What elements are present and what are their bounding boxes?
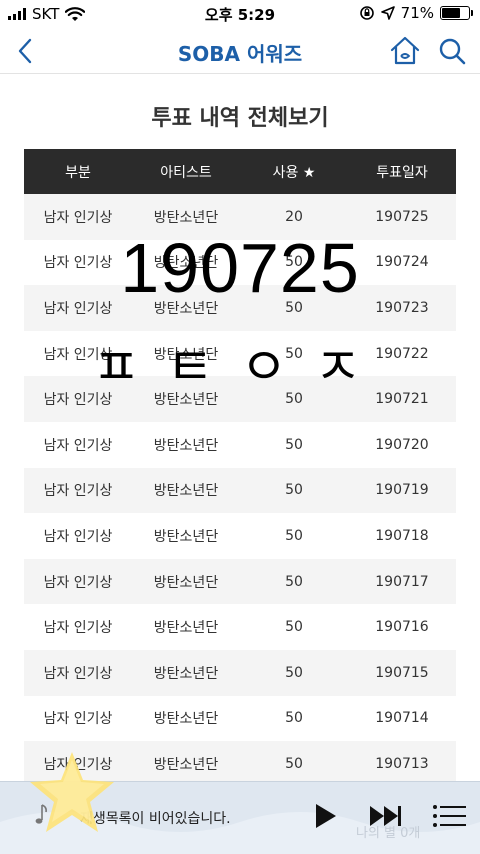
search-icon[interactable]	[436, 35, 468, 67]
app-title-brand: SOBA	[177, 42, 240, 66]
cell-category: 남자 인기상	[43, 665, 113, 682]
cell-date: 190713	[375, 755, 429, 772]
orientation-lock-icon	[359, 6, 374, 20]
cell-date: 190718	[375, 527, 429, 544]
cell-artist: 방탄소년단	[153, 437, 219, 454]
cell-stars: 50	[285, 755, 303, 772]
cell-artist: 방탄소년단	[153, 620, 219, 637]
status-right: 71%	[359, 4, 473, 22]
cell-category: 남자 인기상	[43, 620, 113, 637]
cell-category: 남자 인기상	[43, 574, 113, 591]
status-bar: SKT 오후 5:29 71%	[0, 0, 480, 28]
cell-category: 남자 인기상	[43, 209, 113, 226]
header-category: 부분	[65, 164, 91, 181]
playlist-menu-icon[interactable]	[432, 804, 466, 828]
floating-star-icon[interactable]	[26, 748, 118, 836]
table-row: 남자 인기상 방탄소년단 50 190715	[24, 649, 456, 696]
location-icon	[380, 6, 395, 20]
cell-date: 190725	[375, 208, 429, 225]
cell-date: 190715	[375, 664, 429, 681]
battery-icon	[440, 6, 473, 20]
table-header: 부분 아티스트 사용 ★ 투표일자	[24, 149, 456, 194]
cell-category: 남자 인기상	[43, 711, 113, 728]
fast-forward-icon[interactable]	[368, 804, 402, 828]
header-artist: 아티스트	[160, 164, 212, 181]
cell-date: 190719	[375, 482, 429, 499]
table-row: 남자 인기상 방탄소년단 50 190719	[24, 467, 456, 514]
cell-artist: 방탄소년단	[153, 574, 219, 591]
cell-stars: 50	[285, 527, 303, 544]
cell-date: 190716	[375, 619, 429, 636]
battery-level	[442, 8, 461, 18]
cell-artist: 방탄소년단	[153, 483, 219, 500]
overlay-date-text: 190725	[120, 229, 360, 307]
overlay-initials-text: ㅍㅌㅇㅈ	[92, 338, 388, 398]
cell-stars: 50	[285, 619, 303, 636]
header-stars-used: 사용 ★	[272, 164, 316, 181]
app-title-rest: 어워즈	[239, 42, 303, 66]
cell-artist: 방탄소년단	[153, 711, 219, 728]
table-row: 남자 인기상 방탄소년단 50 190716	[24, 604, 456, 650]
nav-bar: SOBA 어워즈	[0, 28, 480, 74]
cell-artist: 방탄소년단	[153, 665, 219, 682]
cell-stars: 20	[285, 208, 303, 225]
header-vote-date: 투표일자	[376, 164, 428, 181]
cell-date: 190714	[375, 710, 429, 727]
cell-stars: 50	[285, 482, 303, 499]
table-row: 남자 인기상 방탄소년단 50 190718	[24, 513, 456, 559]
home-icon[interactable]	[388, 34, 422, 68]
cell-category: 남자 인기상	[43, 483, 113, 500]
table-row: 남자 인기상 방탄소년단 50 190714	[24, 695, 456, 742]
play-icon[interactable]	[312, 802, 338, 830]
cell-stars: 50	[285, 664, 303, 681]
cell-artist: 방탄소년단	[153, 528, 219, 545]
cell-artist: 방탄소년단	[153, 209, 219, 226]
cell-date: 190720	[375, 436, 429, 453]
cell-stars: 50	[285, 573, 303, 590]
cell-artist: 방탄소년단	[153, 756, 219, 773]
cell-date: 190717	[375, 573, 429, 590]
page-title: 투표 내역 전체보기	[151, 106, 329, 131]
table-row: 남자 인기상 방탄소년단 50 190717	[24, 558, 456, 605]
battery-percent: 71%	[400, 4, 434, 22]
table-row: 남자 인기상 방탄소년단 50 190720	[24, 421, 456, 468]
cell-category: 남자 인기상	[43, 437, 113, 454]
cell-category: 남자 인기상	[43, 528, 113, 545]
cell-stars: 50	[285, 436, 303, 453]
cell-stars: 50	[285, 710, 303, 727]
